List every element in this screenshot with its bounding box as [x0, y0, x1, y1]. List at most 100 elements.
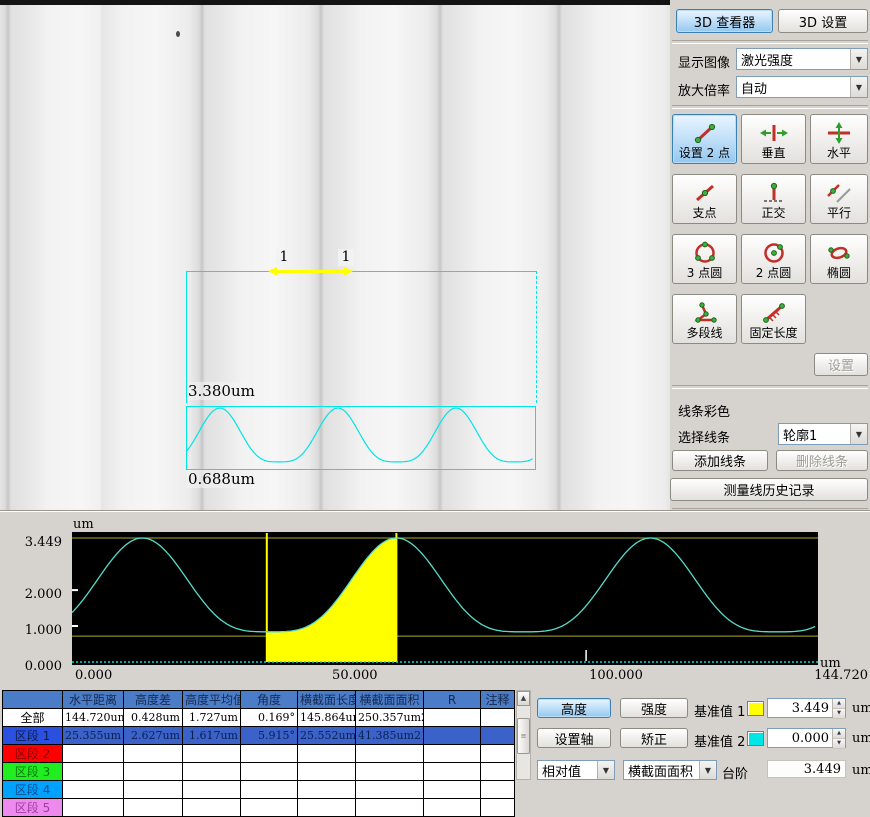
delete-line-button[interactable]: 删除线条 — [776, 450, 868, 471]
ref1-color-swatch[interactable] — [747, 701, 764, 716]
table-cell — [183, 781, 241, 799]
table-cell: 1.727um — [183, 709, 241, 727]
row-label[interactable]: 区段 2 — [3, 745, 63, 763]
tool-parallel-button[interactable]: 平行 — [810, 174, 868, 224]
relative-value-dropdown[interactable]: 相对值 ▼ — [537, 760, 615, 780]
table-cell — [63, 745, 124, 763]
spin-down-icon[interactable]: ▼ — [833, 709, 845, 719]
measure-segment-line[interactable] — [277, 270, 344, 273]
table-cell — [424, 799, 481, 817]
table-cell — [298, 745, 356, 763]
tool-ellipse-button[interactable]: 椭圆 — [810, 234, 868, 284]
row-label[interactable]: 区段 3 — [3, 763, 63, 781]
table-cell — [63, 763, 124, 781]
row-label[interactable]: 区段 4 — [3, 781, 63, 799]
segment-marker-end: 1 — [338, 249, 354, 266]
table-cell — [124, 799, 183, 817]
step-unit: um — [852, 763, 870, 778]
microscope-image[interactable]: 1 1 3.380um 0.688um — [0, 0, 670, 510]
display-image-select[interactable]: 激光强度 ▼ — [736, 48, 868, 70]
tool-orthogonal-button[interactable]: 正交 — [741, 174, 806, 224]
table-cell — [356, 745, 424, 763]
table-cell — [241, 745, 298, 763]
profile-curve-canvas — [72, 532, 818, 665]
magnification-select[interactable]: 自动 ▼ — [736, 76, 868, 98]
results-region: 水平距离高度差高度平均值角度横截面长度横截面面积R注释 全部144.720um0… — [0, 685, 870, 780]
chevron-down-icon: ▼ — [850, 77, 867, 97]
x-axis-unit-label: um — [820, 656, 841, 671]
select-line-dropdown[interactable]: 轮廓1 ▼ — [778, 423, 868, 445]
table-cell: 25.552um — [298, 727, 356, 745]
parallel-icon — [824, 181, 854, 205]
table-cell — [183, 745, 241, 763]
ref2-spinner[interactable]: 0.000 ▲▼ — [767, 728, 846, 748]
tool-vertical-button[interactable]: 垂直 — [741, 114, 806, 164]
scroll-up-icon[interactable]: ▲ — [517, 691, 530, 706]
3d-viewer-button[interactable]: 3D 查看器 — [676, 9, 773, 33]
spin-up-icon[interactable]: ▲ — [833, 699, 845, 709]
ellipse-icon — [824, 241, 854, 265]
table-row[interactable]: 区段 5 — [3, 799, 515, 817]
profile-max-label: 3.380um — [187, 382, 256, 400]
table-cell — [424, 763, 481, 781]
cross-section-dropdown[interactable]: 横截面面积 ▼ — [623, 760, 717, 780]
display-image-label: 显示图像 — [678, 52, 730, 71]
table-row[interactable]: 全部144.720um0.428um1.727um0.169°145.864um… — [3, 709, 515, 727]
table-cell — [183, 763, 241, 781]
ref1-spinner[interactable]: 3.449 ▲▼ — [767, 698, 846, 718]
y-axis-unit-label: um — [73, 517, 94, 532]
tool-horizontal-button[interactable]: 水平 — [810, 114, 868, 164]
tool-polyline-button[interactable]: 多段线 — [672, 294, 737, 344]
pivot-point-icon — [690, 181, 720, 205]
mini-profile-box — [186, 406, 536, 470]
chevron-down-icon: ▼ — [699, 761, 716, 779]
tool-3-point-circle-button[interactable]: 3 点圆 — [672, 234, 737, 284]
intensity-button[interactable]: 强度 — [620, 698, 688, 718]
spin-up-icon[interactable]: ▲ — [833, 729, 845, 739]
spin-down-icon[interactable]: ▼ — [833, 739, 845, 749]
add-line-button[interactable]: 添加线条 — [672, 450, 768, 471]
image-top-bar — [0, 0, 670, 5]
table-cell: 250.357um2 — [356, 709, 424, 727]
profile-plot[interactable] — [72, 532, 818, 665]
tool-fixed-length-button[interactable]: 固定长度 — [741, 294, 806, 344]
table-cell — [124, 745, 183, 763]
tool-set-2-points-button[interactable]: 设置 2 点 — [672, 114, 737, 164]
table-row[interactable]: 区段 3 — [3, 763, 515, 781]
line-color-label: 线条彩色 — [678, 401, 730, 420]
table-cell — [183, 799, 241, 817]
table-cell — [424, 745, 481, 763]
tool-2-point-circle-button[interactable]: 2 点圆 — [741, 234, 806, 284]
measure-line-history-button[interactable]: 测量线历史记录 — [670, 478, 868, 501]
row-label[interactable]: 区段 5 — [3, 799, 63, 817]
step-label: 台阶 — [722, 763, 748, 782]
tool-pivot-button[interactable]: 支点 — [672, 174, 737, 224]
table-cell — [481, 763, 515, 781]
average-profile-setting-button[interactable]: 设置 — [814, 353, 868, 376]
magnification-label: 放大倍率 — [678, 80, 730, 99]
measure-arrow-right-icon — [344, 267, 353, 276]
three-point-circle-icon — [690, 241, 720, 265]
x-axis-tick-label: 100.000 — [589, 668, 643, 683]
set-axis-button[interactable]: 设置轴 — [537, 728, 611, 748]
table-scrollbar[interactable]: ▲ ≡ — [516, 690, 531, 780]
table-cell: 145.864um — [298, 709, 356, 727]
table-cell — [481, 727, 515, 745]
right-panel: 3D 查看器 3D 设置 显示图像 激光强度 ▼ 放大倍率 自动 ▼ 设置 2 … — [670, 0, 870, 512]
ref2-color-swatch[interactable] — [747, 731, 764, 746]
vertical-line-icon — [759, 121, 789, 145]
table-cell — [63, 799, 124, 817]
measurement-table[interactable]: 水平距离高度差高度平均值角度横截面长度横截面面积R注释 全部144.720um0… — [2, 690, 515, 817]
table-row[interactable]: 区段 4 — [3, 781, 515, 799]
3d-settings-button[interactable]: 3D 设置 — [778, 9, 868, 33]
scrollbar-thumb[interactable]: ≡ — [517, 718, 530, 754]
row-label[interactable]: 全部 — [3, 709, 63, 727]
row-label[interactable]: 区段 1 — [3, 727, 63, 745]
correction-button[interactable]: 矫正 — [620, 728, 688, 748]
table-cell: 2.627um — [124, 727, 183, 745]
table-row[interactable]: 区段 125.355um2.627um1.617um5.915°25.552um… — [3, 727, 515, 745]
table-row[interactable]: 区段 2 — [3, 745, 515, 763]
height-button[interactable]: 高度 — [537, 698, 611, 718]
select-line-label: 选择线条 — [678, 427, 730, 446]
fixed-length-icon — [759, 301, 789, 325]
